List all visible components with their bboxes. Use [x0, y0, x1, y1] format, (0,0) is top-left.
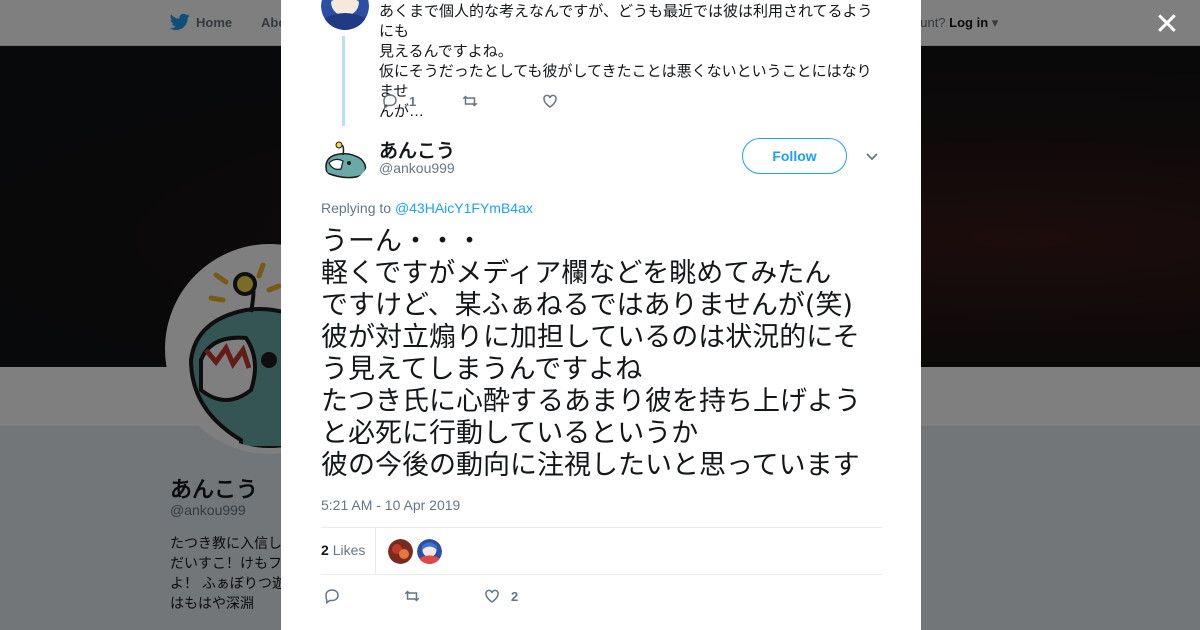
user-avatar-icon: [388, 539, 413, 564]
stats-divider: [375, 528, 376, 574]
reply-button[interactable]: 1: [381, 92, 461, 110]
previous-tweet-line: 見えるんですよね。: [379, 43, 513, 60]
previous-tweet-avatar[interactable]: [321, 0, 369, 30]
user-avatar-icon: [321, 0, 369, 30]
reply-count: 1: [409, 93, 417, 109]
like-button[interactable]: [541, 92, 559, 110]
like-count: 2: [511, 588, 519, 604]
likes-count: 2: [321, 542, 329, 558]
user-avatar-icon: [417, 539, 442, 564]
retweet-icon: [404, 590, 420, 602]
follow-button[interactable]: Follow: [742, 138, 847, 174]
heart-icon: [543, 94, 557, 108]
replying-handle-link[interactable]: @43HAicY1FYmB4ax: [395, 200, 533, 216]
reply-icon: [325, 589, 339, 605]
like-button[interactable]: 2: [483, 587, 518, 605]
close-icon[interactable]: ✕: [1152, 10, 1182, 40]
tweet-actions: 2: [323, 587, 518, 605]
heart-icon: [485, 589, 499, 603]
retweet-button[interactable]: [403, 587, 483, 605]
likes-stat[interactable]: 2 Likes: [321, 542, 365, 558]
liker-avatar[interactable]: [417, 539, 442, 564]
tweet-text: うーん・・・ 軽くですがメディア欄などを眺めてみたん ですけど、某ふぁねるではあ…: [321, 226, 861, 481]
tweet-stats: 2 Likes: [321, 527, 882, 575]
previous-tweet-actions: 1: [381, 92, 559, 110]
thread-line: [342, 36, 345, 126]
tweet-modal: あくまで個人的な考えなんですが、どうも最近では彼は利用されてるようにも 見えるん…: [281, 0, 921, 630]
replying-prefix: Replying to: [321, 200, 392, 216]
likes-label: Likes: [332, 542, 366, 558]
replying-to: Replying to @43HAicY1FYmB4ax: [321, 200, 533, 216]
tweet-timestamp[interactable]: 5:21 AM - 10 Apr 2019: [321, 497, 460, 513]
anglerfish-avatar-icon: [321, 133, 369, 181]
retweet-icon: [462, 95, 478, 107]
retweet-button[interactable]: [461, 92, 541, 110]
author-avatar[interactable]: [321, 133, 369, 181]
previous-tweet-line: あくまで個人的な考えなんですが、どうも最近では彼は利用されてるようにも: [379, 3, 873, 40]
liker-avatar[interactable]: [388, 539, 413, 564]
author-name[interactable]: あんこう: [379, 136, 455, 163]
author-handle[interactable]: @ankou999: [379, 160, 455, 176]
reply-icon: [383, 94, 397, 110]
reply-button[interactable]: [323, 587, 403, 605]
chevron-down-icon[interactable]: [864, 148, 880, 164]
